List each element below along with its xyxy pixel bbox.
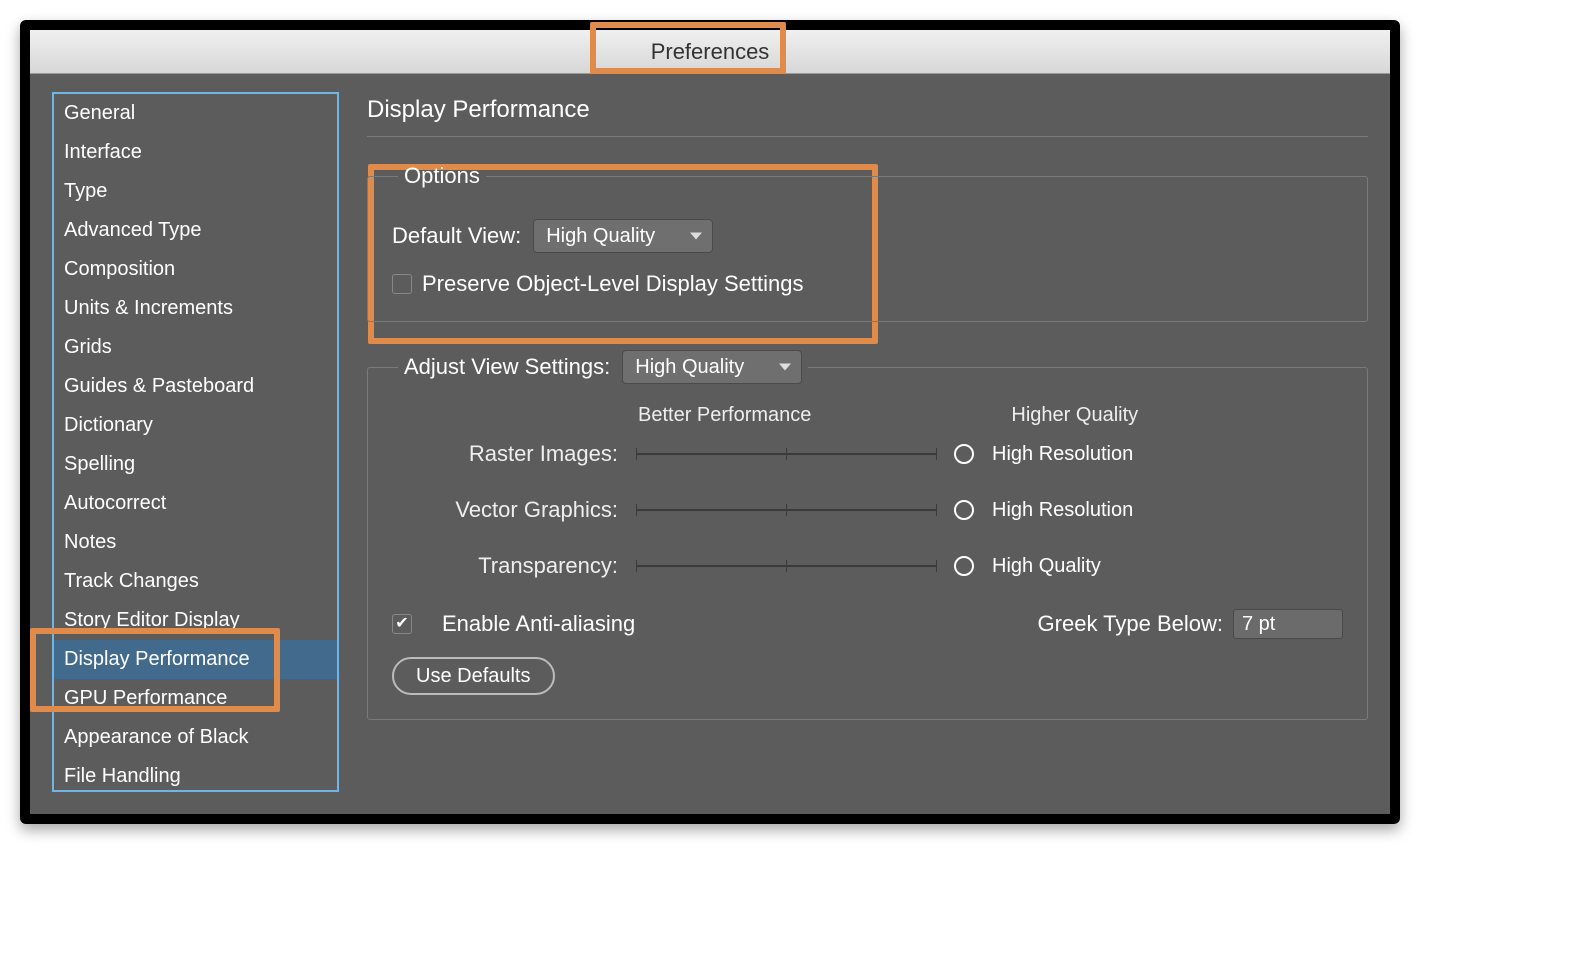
vector-slider[interactable] — [636, 509, 936, 511]
sidebar-item-grids[interactable]: Grids — [54, 328, 337, 367]
sidebar-item-display-performance[interactable]: Display Performance — [54, 640, 337, 679]
adjust-legend-label: Adjust View Settings: — [404, 354, 610, 380]
better-performance-label: Better Performance — [638, 404, 811, 427]
raster-slider[interactable] — [636, 453, 936, 455]
sidebar-item-story-editor-display[interactable]: Story Editor Display — [54, 601, 337, 640]
sidebar-item-track-changes[interactable]: Track Changes — [54, 562, 337, 601]
raster-value: High Resolution — [992, 443, 1133, 466]
panel-title: Display Performance — [367, 92, 1368, 137]
adjust-legend: Adjust View Settings: High Quality — [398, 350, 808, 384]
transparency-label: Transparency: — [392, 553, 618, 579]
sidebar-item-spelling[interactable]: Spelling — [54, 445, 337, 484]
sidebar-item-notes[interactable]: Notes — [54, 523, 337, 562]
sidebar-item-units-increments[interactable]: Units & Increments — [54, 289, 337, 328]
raster-row: Raster Images: High Resolution — [392, 441, 1343, 467]
greek-wrap: Greek Type Below: 7 pt — [1038, 609, 1343, 639]
anti-alias-label: Enable Anti-aliasing — [442, 611, 635, 637]
default-view-label: Default View: — [392, 223, 521, 249]
window-title: Preferences — [651, 39, 770, 65]
higher-quality-label: Higher Quality — [1011, 404, 1138, 427]
sidebar-item-gpu-performance[interactable]: GPU Performance — [54, 679, 337, 718]
adjust-group: Adjust View Settings: High Quality Bette… — [367, 350, 1368, 720]
vector-thumb-icon[interactable] — [954, 500, 974, 520]
sidebar-item-interface[interactable]: Interface — [54, 133, 337, 172]
sidebar-item-file-handling[interactable]: File Handling — [54, 757, 337, 792]
sidebar-item-composition[interactable]: Composition — [54, 250, 337, 289]
sidebar-item-appearance-of-black[interactable]: Appearance of Black — [54, 718, 337, 757]
adjust-view-select[interactable]: High Quality — [622, 350, 802, 384]
transparency-value: High Quality — [992, 555, 1101, 578]
options-group: Options Default View: High Quality Prese… — [367, 163, 1368, 322]
preferences-window: Preferences General Interface Type Advan… — [20, 20, 1400, 824]
preserve-row: Preserve Object-Level Display Settings — [392, 271, 1343, 297]
options-legend: Options — [398, 163, 486, 189]
sidebar-item-type[interactable]: Type — [54, 172, 337, 211]
greek-input[interactable]: 7 pt — [1233, 609, 1343, 639]
preserve-checkbox[interactable] — [392, 274, 412, 294]
sidebar-item-guides-pasteboard[interactable]: Guides & Pasteboard — [54, 367, 337, 406]
panel: Display Performance Options Default View… — [339, 92, 1368, 814]
titlebar: Preferences — [30, 30, 1390, 74]
sidebar-item-autocorrect[interactable]: Autocorrect — [54, 484, 337, 523]
default-view-row: Default View: High Quality — [392, 219, 1343, 253]
transparency-slider[interactable] — [636, 565, 936, 567]
vector-label: Vector Graphics: — [392, 497, 618, 523]
preserve-label: Preserve Object-Level Display Settings — [422, 271, 804, 297]
use-defaults-button[interactable]: Use Defaults — [392, 657, 555, 695]
dialog-body: General Interface Type Advanced Type Com… — [30, 74, 1390, 814]
sidebar-item-general[interactable]: General — [54, 94, 337, 133]
vector-row: Vector Graphics: High Resolution — [392, 497, 1343, 523]
anti-alias-checkbox[interactable] — [392, 614, 412, 634]
bottom-row: Enable Anti-aliasing Greek Type Below: 7… — [392, 609, 1343, 639]
sidebar-item-advanced-type[interactable]: Advanced Type — [54, 211, 337, 250]
category-list: General Interface Type Advanced Type Com… — [52, 92, 339, 792]
default-view-select[interactable]: High Quality — [533, 219, 713, 253]
transparency-thumb-icon[interactable] — [954, 556, 974, 576]
transparency-row: Transparency: High Quality — [392, 553, 1343, 579]
raster-label: Raster Images: — [392, 441, 618, 467]
sidebar-item-dictionary[interactable]: Dictionary — [54, 406, 337, 445]
slider-scale-labels: Better Performance Higher Quality — [392, 404, 1343, 427]
raster-thumb-icon[interactable] — [954, 444, 974, 464]
vector-value: High Resolution — [992, 499, 1133, 522]
greek-label: Greek Type Below: — [1038, 611, 1223, 637]
